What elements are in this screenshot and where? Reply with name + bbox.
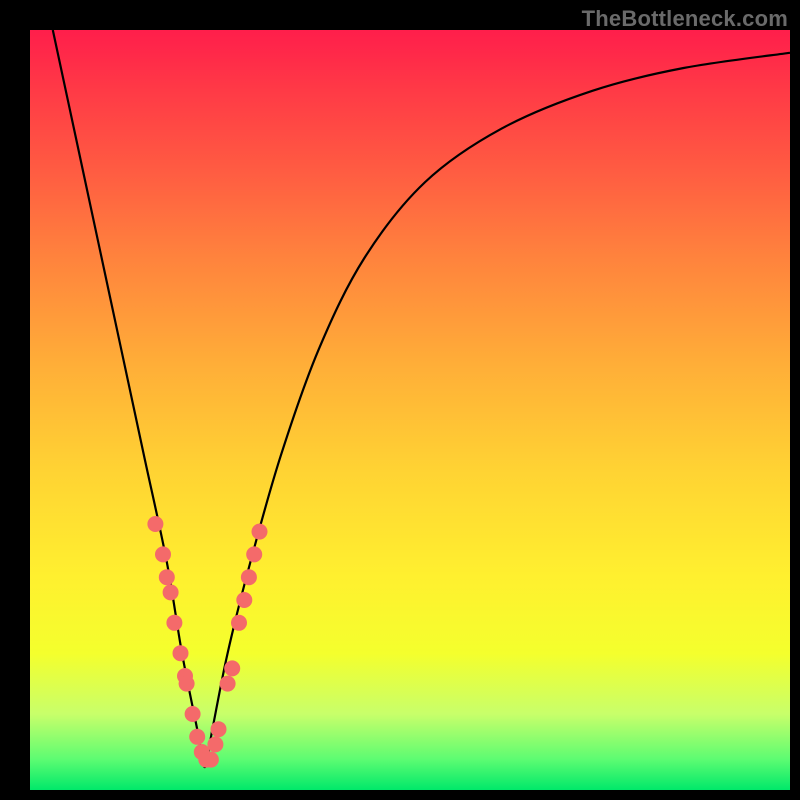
plot-area [30, 30, 790, 790]
data-dot [189, 729, 205, 745]
data-dot [231, 615, 247, 631]
data-dot [179, 676, 195, 692]
watermark-text: TheBottleneck.com [582, 6, 788, 32]
data-dot [220, 676, 236, 692]
data-dot [203, 752, 219, 768]
data-dot [252, 524, 268, 540]
data-dot [211, 721, 227, 737]
data-dot [147, 516, 163, 532]
data-dot [241, 569, 257, 585]
dots-group [147, 516, 267, 768]
data-dot [224, 660, 240, 676]
data-dot [246, 546, 262, 562]
bottleneck-curve-svg [30, 30, 790, 790]
bottleneck-curve [53, 30, 790, 767]
data-dot [163, 584, 179, 600]
data-dot [236, 592, 252, 608]
data-dot [173, 645, 189, 661]
data-dot [155, 546, 171, 562]
data-dot [185, 706, 201, 722]
data-dot [166, 615, 182, 631]
data-dot [159, 569, 175, 585]
data-dot [207, 736, 223, 752]
